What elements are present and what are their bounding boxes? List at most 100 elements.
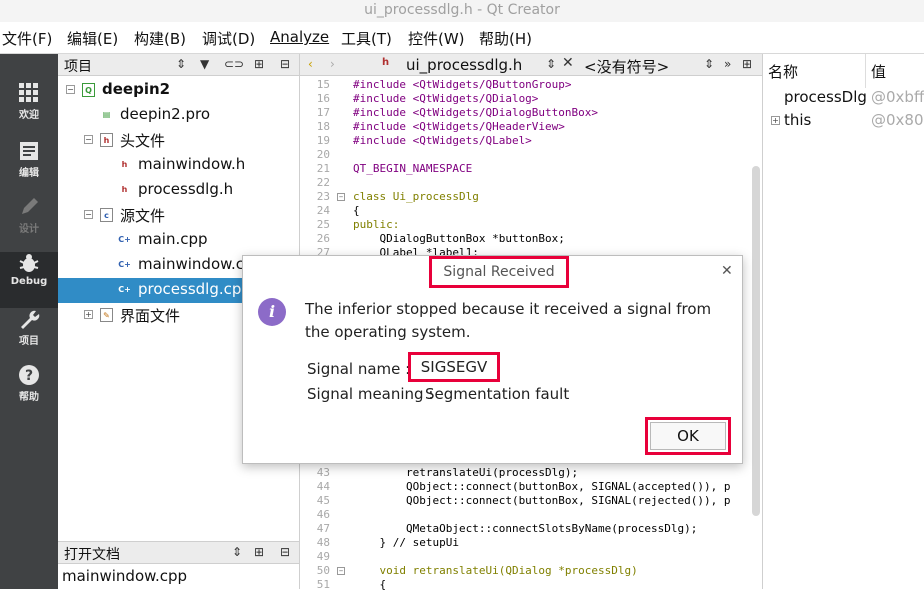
menu-debug[interactable]: 调试(D) xyxy=(202,28,255,49)
collapse-icon[interactable]: − xyxy=(84,210,93,219)
fold-icon[interactable]: − xyxy=(337,193,345,201)
mode-welcome[interactable]: 欢迎 xyxy=(0,82,58,138)
open-doc-item[interactable]: mainwindow.cpp xyxy=(62,567,187,585)
tree-item-sources[interactable]: − c 源文件 xyxy=(58,203,300,228)
code-line[interactable]: 51 { xyxy=(300,578,762,592)
code-text: retranslateUi(processDlg); xyxy=(353,466,579,479)
expand-icon[interactable]: + xyxy=(771,116,780,125)
close-panel-icon[interactable]: ⊟ xyxy=(280,57,290,71)
code-line[interactable]: 49 xyxy=(300,550,762,564)
menu-file[interactable]: 文件(F) xyxy=(2,28,52,49)
menu-tools[interactable]: 工具(T) xyxy=(341,28,392,49)
mode-debug[interactable]: Debug xyxy=(0,252,58,308)
locals-row[interactable]: + this @0x802 xyxy=(763,111,924,133)
symbol-selector[interactable]: <没有符号> xyxy=(584,56,669,77)
code-line[interactable]: 47 QMetaObject::connectSlotsByName(proce… xyxy=(300,522,762,536)
code-line[interactable]: 15 #include <QtWidgets/QButtonGroup> xyxy=(300,78,762,92)
more-icon[interactable]: » xyxy=(724,57,731,71)
forward-icon[interactable]: › xyxy=(330,57,335,71)
pencil-icon xyxy=(22,198,38,214)
locals-panel: 名称 值 processDlg @0xbfff + this @0x802 xyxy=(762,54,924,589)
code-line[interactable]: 50− void retranslateUi(QDialog *processD… xyxy=(300,564,762,578)
collapse-icon[interactable]: − xyxy=(66,85,75,94)
mode-edit[interactable]: 编辑 xyxy=(0,140,58,196)
link-icon[interactable]: ⊂⊃ xyxy=(224,57,244,71)
tree-item-project[interactable]: − Q deepin2 xyxy=(58,78,300,103)
window-title: ui_processdlg.h - Qt Creator xyxy=(0,0,924,22)
code-line[interactable]: 24 { xyxy=(300,204,762,218)
dialog-message: The inferior stopped because it received… xyxy=(305,300,712,341)
locals-row[interactable]: processDlg @0xbfff xyxy=(763,88,924,110)
code-line[interactable]: 25 public: xyxy=(300,218,762,232)
filter-icon[interactable]: ▼ xyxy=(200,57,209,71)
mode-design[interactable]: 设计 xyxy=(0,196,58,252)
code-text: QObject::connect(buttonBox, SIGNAL(rejec… xyxy=(353,494,731,507)
code-line[interactable]: 45 QObject::connect(buttonBox, SIGNAL(re… xyxy=(300,494,762,508)
code-line[interactable]: 21 QT_BEGIN_NAMESPACE xyxy=(300,162,762,176)
menu-help[interactable]: 帮助(H) xyxy=(479,28,532,49)
back-icon[interactable]: ‹ xyxy=(308,57,313,71)
line-number: 47 xyxy=(316,522,330,535)
updown-icon[interactable]: ⇕ xyxy=(704,57,714,71)
collapse-icon[interactable]: − xyxy=(84,135,93,144)
code-line[interactable]: 46 xyxy=(300,508,762,522)
menu-edit[interactable]: 编辑(E) xyxy=(67,28,118,49)
tree-item-main-cpp[interactable]: C+ main.cpp xyxy=(58,228,300,253)
code-line[interactable]: 26 QDialogButtonBox *buttonBox; xyxy=(300,232,762,246)
menu-analyze[interactable]: Analyze xyxy=(270,28,329,46)
line-number: 44 xyxy=(316,480,330,493)
tree-label: main.cpp xyxy=(138,230,208,248)
mode-projects[interactable]: 项目 xyxy=(0,308,58,364)
editor-file-tab[interactable]: ui_processdlg.h xyxy=(406,56,522,74)
fold-icon[interactable]: − xyxy=(337,567,345,575)
tree-item-pro-file[interactable]: ▤ deepin2.pro xyxy=(58,103,300,128)
split-icon[interactable]: ⊞ xyxy=(254,57,264,71)
header-file-icon: h xyxy=(382,57,390,68)
tree-label: 源文件 xyxy=(120,207,166,225)
code-line[interactable]: 17 #include <QtWidgets/QDialogButtonBox> xyxy=(300,106,762,120)
code-line[interactable]: 19 #include <QtWidgets/QLabel> xyxy=(300,134,762,148)
updown-icon[interactable]: ⇕ xyxy=(546,57,556,71)
code-line[interactable]: 44 QObject::connect(buttonBox, SIGNAL(ac… xyxy=(300,480,762,494)
code-line[interactable]: 22 xyxy=(300,176,762,190)
code-line[interactable]: 43 retranslateUi(processDlg); xyxy=(300,466,762,480)
code-text: #include <QtWidgets/QHeaderView> xyxy=(353,120,565,133)
locals-var-value: @0xbfff xyxy=(871,88,924,106)
code-line[interactable]: 20 xyxy=(300,148,762,162)
header-file-icon: h xyxy=(121,185,128,194)
code-line[interactable]: 16 #include <QtWidgets/QDialog> xyxy=(300,92,762,106)
split-icon[interactable]: ⊞ xyxy=(742,57,752,71)
code-line[interactable]: 23− class Ui_processDlg xyxy=(300,190,762,204)
line-number: 25 xyxy=(316,218,330,231)
signal-name-value: SIGSEGV xyxy=(408,352,500,382)
tree-label: processdlg.h xyxy=(138,180,234,198)
line-number: 22 xyxy=(316,176,330,189)
mode-label: 设计 xyxy=(19,224,39,235)
updown-icon[interactable]: ⇕ xyxy=(232,545,242,559)
locals-value-header[interactable]: 值 xyxy=(871,61,886,82)
close-icon[interactable]: ✕ xyxy=(721,263,733,279)
mode-help[interactable]: ? 帮助 xyxy=(0,364,58,420)
svg-text:?: ? xyxy=(25,368,33,384)
tree-item-headers[interactable]: − h 头文件 xyxy=(58,128,300,153)
menu-widgets[interactable]: 控件(W) xyxy=(408,28,465,49)
project-panel-title: 项目 xyxy=(64,59,92,75)
close-panel-icon[interactable]: ⊟ xyxy=(280,545,290,559)
code-line[interactable]: 48 } // setupUi xyxy=(300,536,762,550)
locals-name-header[interactable]: 名称 xyxy=(768,61,798,82)
folder-icon: c xyxy=(100,208,113,222)
expand-icon[interactable]: + xyxy=(84,310,93,319)
tree-item-mainwindow-h[interactable]: h mainwindow.h xyxy=(58,153,300,178)
line-number: 20 xyxy=(316,148,330,161)
editor-scrollbar[interactable] xyxy=(752,166,760,516)
edit-icon xyxy=(20,142,38,160)
signal-received-dialog: Signal Received ✕ i The inferior stopped… xyxy=(242,255,743,464)
split-icon[interactable]: ⊞ xyxy=(254,545,264,559)
code-line[interactable]: 18 #include <QtWidgets/QHeaderView> xyxy=(300,120,762,134)
menu-build[interactable]: 构建(B) xyxy=(134,28,186,49)
line-number: 50 xyxy=(316,564,330,577)
ok-button[interactable]: OK xyxy=(650,422,726,450)
close-file-icon[interactable]: ✕ xyxy=(562,55,574,71)
updown-icon[interactable]: ⇕ xyxy=(176,57,186,71)
tree-item-processdlg-h[interactable]: h processdlg.h xyxy=(58,178,300,203)
